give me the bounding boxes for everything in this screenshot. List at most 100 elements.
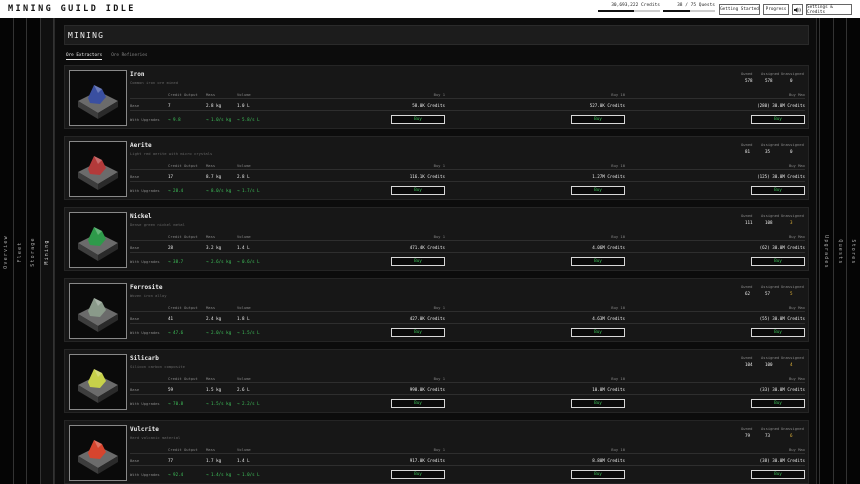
upgraded-credit-output: → 28.4: [168, 188, 184, 193]
base-label: Base: [130, 245, 140, 250]
settings-credits-button[interactable]: Settings & Credits: [806, 4, 852, 15]
volume-label: Volume: [237, 305, 251, 310]
ore-card-vulcrite: Vulcrite Hard volcanic material Owned Assig…: [64, 420, 809, 484]
unassigned-count: 0: [790, 78, 793, 83]
ore-image: [69, 283, 127, 339]
buy-max-cost: (62) 30.0M Credits: [759, 245, 805, 250]
buy-max-button[interactable]: Buy: [751, 257, 805, 266]
base-volume: 1.8 L: [237, 316, 250, 321]
upgraded-mass: → 1.0/s kg: [206, 117, 232, 122]
buy-max-button[interactable]: Buy: [751, 470, 805, 479]
ore-image: [69, 212, 127, 268]
base-mass: 2.8 kg: [206, 103, 222, 108]
nav-quests[interactable]: Quests: [832, 18, 846, 484]
owned-label: Owned: [741, 142, 753, 147]
tab-ore-refineries[interactable]: Ore Refineries: [111, 53, 147, 60]
owned-label: Owned: [741, 71, 753, 76]
base-volume: 1.4 L: [237, 458, 250, 463]
volume-label: Volume: [237, 376, 251, 381]
ore-description: Common iron ore mined: [130, 80, 179, 85]
base-label: Base: [130, 174, 140, 179]
with-upgrades-label: With Upgrades: [130, 330, 160, 335]
buy-max-button[interactable]: Buy: [751, 115, 805, 124]
buy-10-label: Buy 10: [611, 163, 625, 168]
base-credit-output: 28: [168, 245, 174, 250]
assigned-count: 108: [765, 220, 773, 225]
base-volume: 2.8 L: [237, 174, 250, 179]
row-divider: [130, 311, 805, 312]
assigned-label: Assigned: [761, 426, 780, 431]
nav-storage[interactable]: Storage: [27, 18, 41, 484]
buy-max-cost: (125) 30.0M Credits: [757, 174, 805, 179]
buy-1-button[interactable]: Buy: [391, 115, 445, 124]
speaker-icon[interactable]: [792, 4, 803, 15]
buy-10-label: Buy 10: [611, 234, 625, 239]
buy-1-cost: 998.0K Credits: [409, 387, 445, 392]
unassigned-label: Unassigned: [781, 355, 804, 360]
buy-max-cost: (55) 30.0M Credits: [759, 316, 805, 321]
nav-stores-label: Stores: [850, 239, 857, 265]
volume-label: Volume: [237, 163, 251, 168]
buy-1-button[interactable]: Buy: [391, 257, 445, 266]
buy-1-label: Buy 1: [433, 92, 445, 97]
credits-progress-fill: [598, 10, 634, 12]
buy-max-label: Buy Max: [788, 92, 805, 97]
upgraded-credit-output: → 70.8: [168, 401, 184, 406]
assigned-label: Assigned: [761, 142, 780, 147]
ore-card-aerite: Aerite Light red aerite with micro crysta…: [64, 136, 809, 200]
ore-image: [69, 141, 127, 197]
buy-1-cost: 917.0K Credits: [409, 458, 445, 463]
top-bar: MINING GUILD IDLE 30,693,222 Credits 38 …: [0, 0, 860, 18]
mass-label: Mass: [206, 376, 216, 381]
buy-10-button[interactable]: Buy: [571, 257, 625, 266]
getting-started-button[interactable]: Getting Started: [719, 4, 760, 15]
nav-stores[interactable]: Stores: [846, 18, 860, 484]
nav-overview[interactable]: Overview: [0, 18, 14, 484]
row-divider: [130, 394, 805, 395]
quests-progress-fill: [663, 10, 690, 12]
buy-1-button[interactable]: Buy: [391, 186, 445, 195]
buy-10-button[interactable]: Buy: [571, 399, 625, 408]
tab-ore-extractors[interactable]: Ore Extractors: [66, 53, 103, 60]
nav-fleet[interactable]: Fleet: [13, 18, 27, 484]
buy-1-button[interactable]: Buy: [391, 399, 445, 408]
volume-label: Volume: [237, 447, 251, 452]
buy-10-label: Buy 10: [611, 447, 625, 452]
mining-tabs: Ore Extractors Ore Refineries: [66, 53, 147, 60]
page-title: MINING: [68, 31, 105, 40]
base-credit-output: 41: [168, 316, 174, 321]
ore-description: Dense green nickel metal: [130, 222, 185, 227]
assigned-label: Assigned: [761, 355, 780, 360]
base-mass: 2.4 kg: [206, 316, 222, 321]
owned-count: 79: [745, 433, 751, 438]
upgraded-volume: → 1.0/s L: [237, 472, 260, 477]
buy-10-button[interactable]: Buy: [571, 186, 625, 195]
buy-max-label: Buy Max: [788, 163, 805, 168]
row-divider: [130, 110, 805, 111]
ore-description: Silicon carbon composite: [130, 364, 185, 369]
buy-10-button[interactable]: Buy: [571, 470, 625, 479]
mass-label: Mass: [206, 92, 216, 97]
upgraded-volume: → 0.6/s L: [237, 259, 260, 264]
buy-10-button[interactable]: Buy: [571, 115, 625, 124]
buy-max-button[interactable]: Buy: [751, 399, 805, 408]
buy-10-button[interactable]: Buy: [571, 328, 625, 337]
buy-1-label: Buy 1: [433, 163, 445, 168]
buy-1-button[interactable]: Buy: [391, 470, 445, 479]
unassigned-label: Unassigned: [781, 142, 804, 147]
nav-mining[interactable]: Mining: [40, 18, 54, 484]
progress-button[interactable]: Progress: [763, 4, 789, 15]
buy-max-button[interactable]: Buy: [751, 328, 805, 337]
assigned-count: 100: [765, 362, 773, 367]
volume-label: Volume: [237, 234, 251, 239]
upgraded-mass: → 1.4/s kg: [206, 472, 232, 477]
volume-label: Volume: [237, 92, 251, 97]
with-upgrades-label: With Upgrades: [130, 259, 160, 264]
buy-1-button[interactable]: Buy: [391, 328, 445, 337]
row-divider: [130, 453, 805, 454]
buy-max-button[interactable]: Buy: [751, 186, 805, 195]
buy-max-label: Buy Max: [788, 376, 805, 381]
nav-upgrades[interactable]: Upgrades: [819, 18, 833, 484]
assigned-count: 57: [765, 291, 771, 296]
buy-10-cost: 8.80M Credits: [592, 458, 625, 463]
